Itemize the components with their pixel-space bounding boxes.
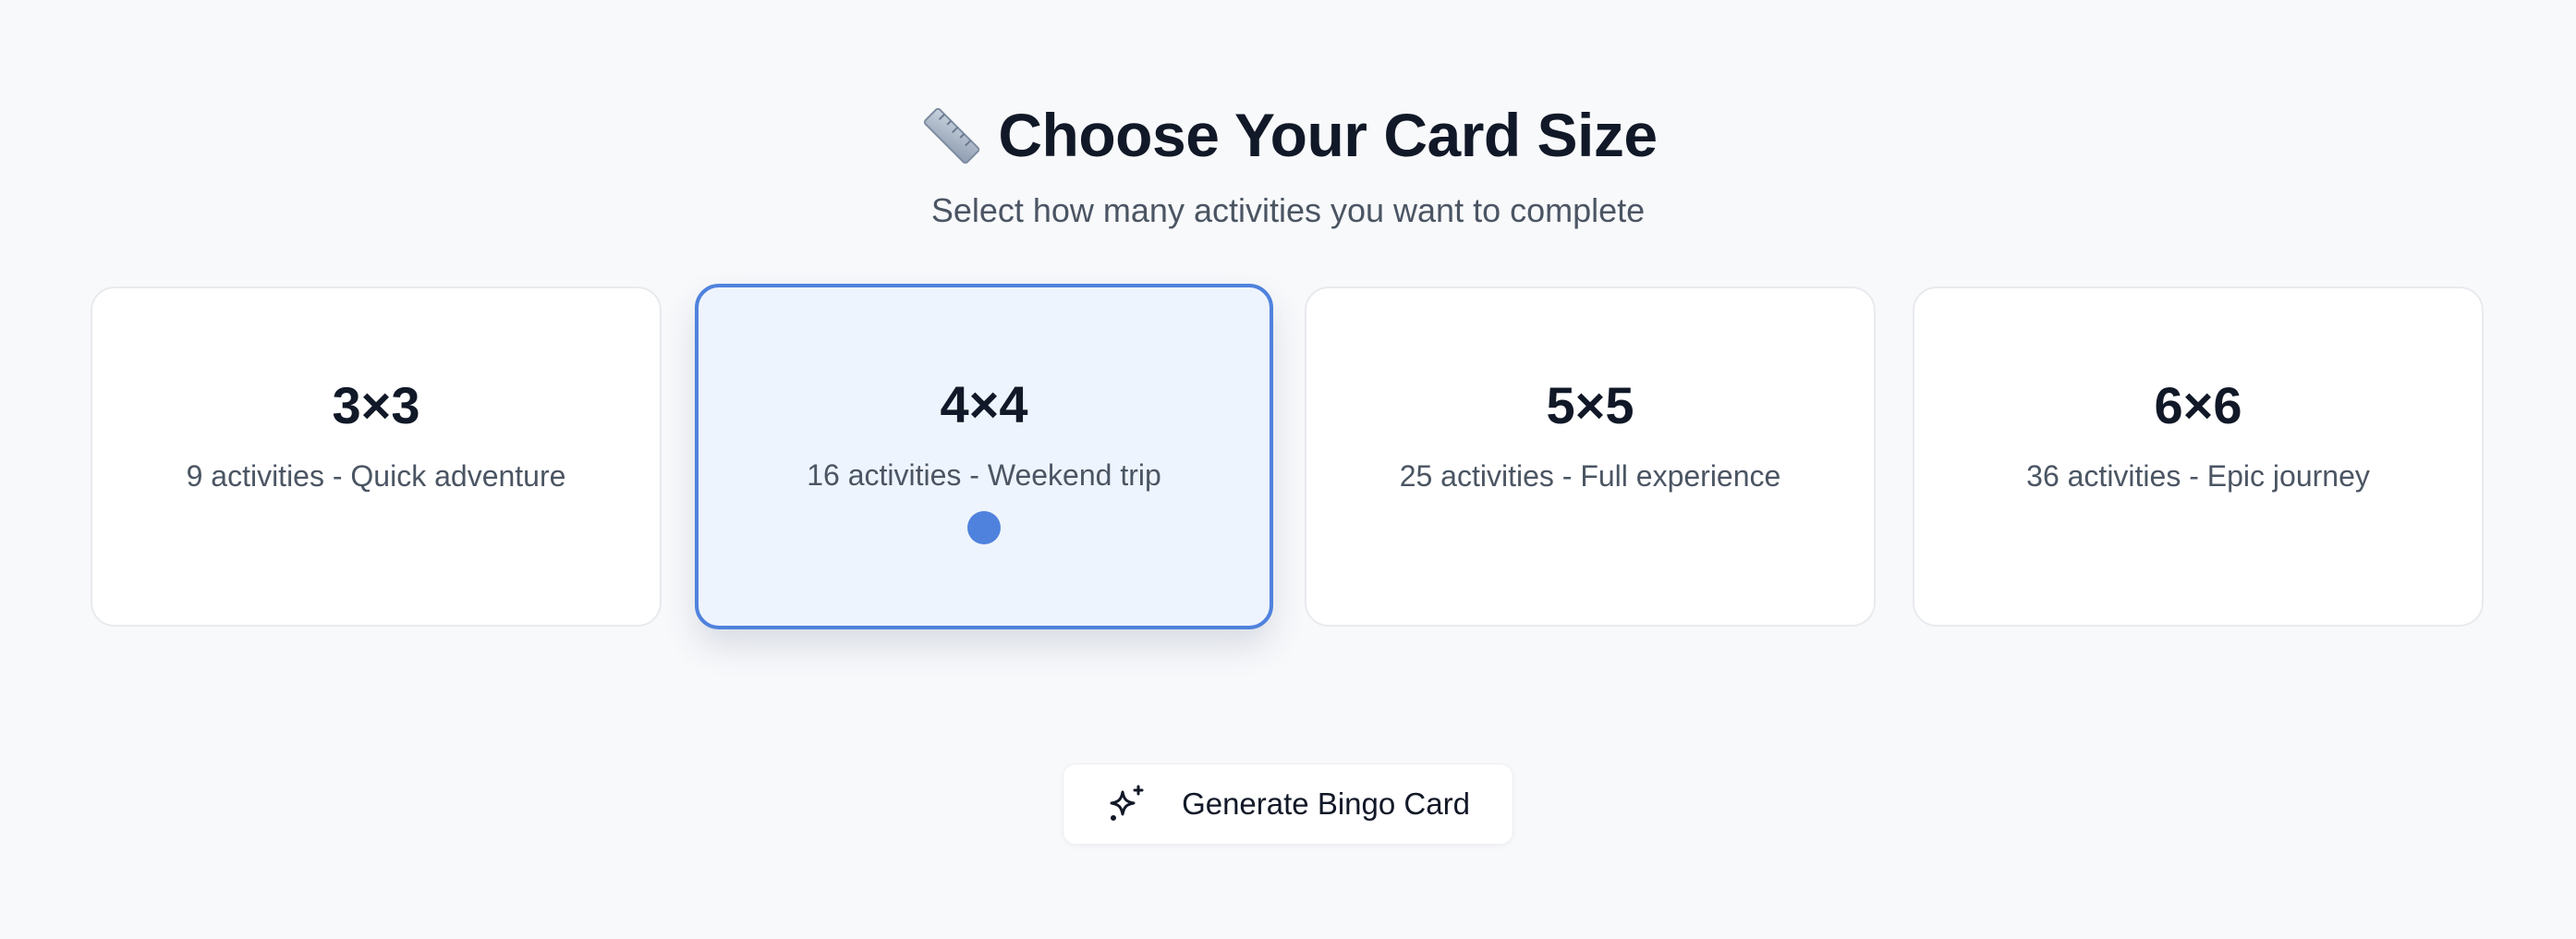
- ruler-icon: [918, 102, 985, 168]
- card-size-option-5x5[interactable]: 5×5 25 activities - Full experience: [1305, 287, 1876, 627]
- card-size-description: 25 activities - Full experience: [1399, 459, 1781, 493]
- card-size-label: 5×5: [1546, 376, 1634, 434]
- generate-bingo-card-button[interactable]: Generate Bingo Card: [1063, 763, 1513, 845]
- card-size-option-4x4[interactable]: 4×4 16 activities - Weekend trip: [695, 284, 1273, 629]
- card-size-description: 9 activities - Quick adventure: [186, 459, 566, 493]
- card-size-options: 3×3 9 activities - Quick adventure 4×4 1…: [91, 284, 2485, 629]
- card-size-label: 4×4: [940, 375, 1028, 433]
- page-title: Choose Your Card Size: [998, 101, 1658, 169]
- card-size-option-3x3[interactable]: 3×3 9 activities - Quick adventure: [91, 287, 662, 627]
- page-header: Choose Your Card Size Select how many ac…: [0, 89, 2576, 233]
- card-size-option-6x6[interactable]: 6×6 36 activities - Epic journey: [1913, 287, 2484, 627]
- card-size-label: 3×3: [332, 376, 420, 434]
- generate-button-label: Generate Bingo Card: [1182, 787, 1470, 821]
- page-title-row: Choose Your Card Size: [918, 89, 1658, 181]
- card-size-label: 6×6: [2154, 376, 2242, 434]
- selected-indicator-dot: [967, 511, 1001, 544]
- sparkles-icon: [1106, 783, 1148, 825]
- card-size-description: 16 activities - Weekend trip: [807, 458, 1161, 492]
- card-size-description: 36 activities - Epic journey: [2026, 459, 2370, 493]
- page-subtitle: Select how many activities you want to c…: [930, 191, 1646, 229]
